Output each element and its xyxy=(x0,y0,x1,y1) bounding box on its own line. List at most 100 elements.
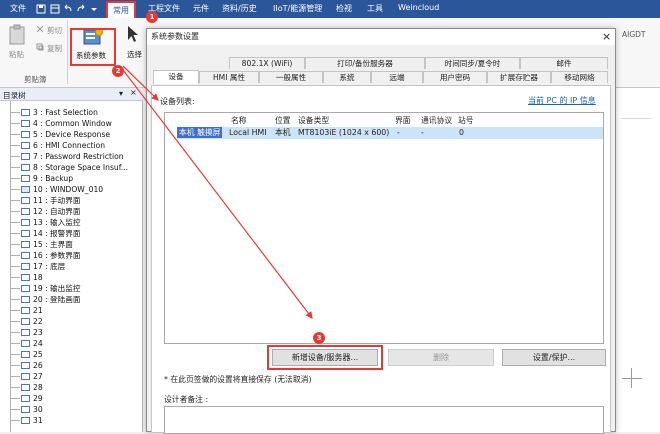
column-name[interactable]: 名称 xyxy=(231,115,247,126)
cut-icon[interactable] xyxy=(36,25,44,33)
dialog-title-bar: 系统参数设置 xyxy=(147,29,615,45)
tab-device[interactable]: 设备 xyxy=(153,70,199,84)
tree-item-window-24[interactable]: 24 xyxy=(0,338,143,349)
tree-item-window-5[interactable]: 5 : Device Response xyxy=(0,129,143,140)
tree-item-window-21[interactable]: 21 xyxy=(0,305,143,316)
designer-note-textarea[interactable] xyxy=(164,406,604,434)
select-cursor-icon[interactable] xyxy=(127,25,139,43)
tree-branch-line xyxy=(11,409,20,410)
tree-item-window-28[interactable]: 28 xyxy=(0,382,143,393)
tree-item-label: 18 xyxy=(33,273,43,282)
tab-extended-memory[interactable]: 扩展存贮器 xyxy=(487,71,551,83)
tree-item-window-8[interactable]: 8 : Storage Space Insuf... xyxy=(0,162,143,173)
delete-button[interactable]: 删除 xyxy=(388,349,494,366)
paste-icon[interactable] xyxy=(8,24,28,46)
tree-item-window-17[interactable]: 17 : 底层 xyxy=(0,261,143,272)
device-row-name-prefix: 本机 触摸屏 xyxy=(177,127,223,138)
save-icon[interactable] xyxy=(36,4,46,14)
settings-protect-button[interactable]: 设置/保护... xyxy=(502,349,606,366)
tree-item-window-31[interactable]: 31 xyxy=(0,415,143,426)
window-icon xyxy=(21,120,30,127)
tree-item-label: 31 xyxy=(33,416,43,425)
tab-hmi-attributes[interactable]: HMI 属性 xyxy=(199,71,259,83)
tree-item-window-25[interactable]: 25 xyxy=(0,349,143,360)
tab-email[interactable]: 邮件 xyxy=(520,57,608,69)
tree-item-window-13[interactable]: 13 : 输入监控 xyxy=(0,217,143,228)
tree-item-label: 6 : HMI Connection xyxy=(33,141,106,150)
menu-iiot[interactable]: IIoT/能源管理 xyxy=(273,3,322,14)
column-protocol[interactable]: 通讯协议 xyxy=(421,115,452,126)
menu-view[interactable]: 检视 xyxy=(336,3,352,14)
tree-item-window-19[interactable]: 19 : 输出监控 xyxy=(0,283,143,294)
tree-item-label: 7 : Password Restriction xyxy=(33,152,124,161)
tree-branch-line xyxy=(11,332,20,333)
tab-print-backup-server[interactable]: 打印/备份服务器 xyxy=(305,57,425,69)
tree-pin-icon[interactable]: ▾ xyxy=(119,89,123,98)
tree-item-window-27[interactable]: 27 xyxy=(0,371,143,382)
menu-tools[interactable]: 工具 xyxy=(367,3,383,14)
tree-item-window-16[interactable]: 16 : 参数界面 xyxy=(0,250,143,261)
dropdown-icon[interactable] xyxy=(89,4,99,14)
tree-item-window-7[interactable]: 7 : Password Restriction xyxy=(0,151,143,162)
tree-item-window-6[interactable]: 6 : HMI Connection xyxy=(0,140,143,151)
editor-canvas[interactable] xyxy=(613,88,660,432)
column-interface[interactable]: 界面 xyxy=(395,115,411,126)
tree-branch-line xyxy=(11,277,20,278)
window-icon[interactable] xyxy=(50,4,60,14)
copy-label[interactable]: 复制 xyxy=(47,43,62,54)
tab-remote[interactable]: 远端 xyxy=(371,71,423,83)
device-row-local-hmi[interactable]: 本机 触摸屏 Local HMI 本机 MT8103iE (1024 x 600… xyxy=(177,127,603,139)
tree-item-label: 5 : Device Response xyxy=(33,130,111,139)
redo-icon[interactable] xyxy=(76,4,86,14)
tree-branch-line xyxy=(11,167,20,168)
tree-item-window-22[interactable]: 22 xyxy=(0,316,143,327)
tree-item-window-9[interactable]: 9 : Backup xyxy=(0,173,143,184)
tree-branch-line xyxy=(11,376,20,377)
tree-item-window-26[interactable]: 26 xyxy=(0,360,143,371)
column-device-type[interactable]: 设备类型 xyxy=(298,115,329,126)
tab-8021x-wifi[interactable]: 802.1X (WiFi) xyxy=(229,57,305,69)
column-location[interactable]: 位置 xyxy=(275,115,291,126)
tree-item-window-15[interactable]: 15 : 主界面 xyxy=(0,239,143,250)
menu-common[interactable]: 常用 xyxy=(106,1,136,18)
tree-item-window-14[interactable]: 14 : 报警界面 xyxy=(0,228,143,239)
tab-time-sync[interactable]: 时间同步/夏令时 xyxy=(425,57,520,69)
menu-data-history[interactable]: 资料/历史 xyxy=(222,3,257,14)
paste-label[interactable]: 粘贴 xyxy=(9,49,24,60)
current-pc-ip-link[interactable]: 当前 PC 的 IP 信息 xyxy=(528,95,596,106)
tab-system[interactable]: 系统 xyxy=(323,71,371,83)
menu-objects[interactable]: 元件 xyxy=(193,3,209,14)
window-icon xyxy=(21,307,30,314)
tree-item-window-30[interactable]: 30 xyxy=(0,404,143,415)
tree-item-window-11[interactable]: 11 : 手动界面 xyxy=(0,195,143,206)
device-list[interactable]: 名称 位置 设备类型 界面 通讯协议 站号 本机 触摸屏 Local HMI 本… xyxy=(164,112,604,344)
ribbon-divider xyxy=(67,20,68,84)
tree-item-label: 13 : 输入监控 xyxy=(33,218,81,227)
tree-item-window-29[interactable]: 29 xyxy=(0,393,143,404)
tree-item-window-23[interactable]: 23 xyxy=(0,327,143,338)
tree-item-window-3[interactable]: 3 : Fast Selection xyxy=(0,107,143,118)
menu-file[interactable]: 文件 xyxy=(10,3,26,14)
undo-icon[interactable] xyxy=(63,4,73,14)
window-icon xyxy=(21,318,30,325)
tree-item-window-4[interactable]: 4 : Common Window xyxy=(0,118,143,129)
tree-item-window-18[interactable]: 18 xyxy=(0,272,143,283)
cut-label[interactable]: 剪切 xyxy=(47,25,62,36)
tree-header-title: 目录树 xyxy=(3,91,26,100)
tree-branch-line xyxy=(11,211,20,212)
tree-close-icon[interactable]: × xyxy=(130,88,137,97)
menu-weincloud[interactable]: Weincloud xyxy=(398,3,439,12)
copy-icon[interactable] xyxy=(36,43,44,51)
close-icon[interactable]: × xyxy=(602,30,611,43)
column-station[interactable]: 站号 xyxy=(458,115,474,126)
tab-general-attributes[interactable]: 一般属性 xyxy=(259,71,323,83)
tree-item-window-12[interactable]: 12 : 自动界面 xyxy=(0,206,143,217)
tab-mobile-network[interactable]: 移动网络 xyxy=(551,71,608,83)
tree-item-label: 20 : 登陆画面 xyxy=(33,295,81,304)
tree-item-window-20[interactable]: 20 : 登陆画面 xyxy=(0,294,143,305)
select-label[interactable]: 选择 xyxy=(127,49,142,60)
tree-item-window-10[interactable]: 10 : WINDOW_010 xyxy=(0,184,143,195)
tab-user-password[interactable]: 用户密码 xyxy=(423,71,487,83)
tree-branch-line xyxy=(11,420,20,421)
device-row-interface: - xyxy=(397,128,400,137)
